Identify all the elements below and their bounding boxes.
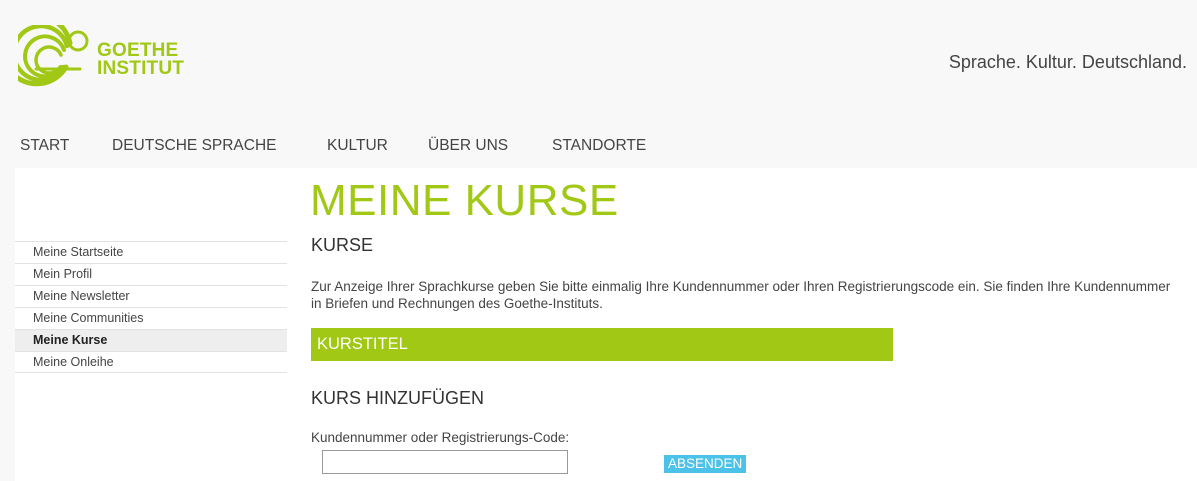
sidebar-item-meine-startseite[interactable]: Meine Startseite [15,241,287,263]
nav-start[interactable]: START [20,137,69,155]
course-table-header: KURSTITEL [311,328,893,361]
customer-code-label: Kundennummer oder Registrierungs-Code: [311,430,570,445]
page-title: MEINE KURSE [310,176,619,225]
customer-code-input[interactable] [322,450,568,474]
sidebar-item-meine-kurse[interactable]: Meine Kurse [15,329,287,351]
submit-button[interactable]: ABSENDEN [664,455,747,473]
logo-wordmark: GOETHE INSTITUT [97,41,185,79]
nav-kultur[interactable]: KULTUR [327,137,388,155]
section-heading-courses: KURSE [311,235,374,255]
nav-deutsche-sprache[interactable]: DEUTSCHE SPRACHE [112,137,277,155]
nav-ueber-uns[interactable]: ÜBER UNS [428,137,508,155]
site-header: GOETHE INSTITUT Sprache. Kultur. Deutsch… [0,0,1197,120]
site-tagline: Sprache. Kultur. Deutschland. [948,52,1187,72]
sidebar-menu: Meine Startseite Mein Profil Meine Newsl… [15,241,287,373]
sidebar-item-mein-profil[interactable]: Mein Profil [15,263,287,285]
intro-text: Zur Anzeige Ihrer Sprachkurse geben Sie … [311,279,1171,311]
goethe-logo[interactable]: GOETHE INSTITUT [18,25,184,95]
nav-standorte[interactable]: STANDORTE [552,137,646,155]
sidebar-item-meine-newsletter[interactable]: Meine Newsletter [15,285,287,307]
sidebar: Meine Startseite Mein Profil Meine Newsl… [15,168,287,481]
main-content: MEINE KURSE KURSE Zur Anzeige Ihrer Spra… [287,168,1197,481]
sidebar-item-meine-communities[interactable]: Meine Communities [15,307,287,329]
sidebar-item-meine-onleihe[interactable]: Meine Onleihe [15,351,287,373]
section-heading-add-course: KURS HINZUFÜGEN [311,388,485,408]
logo-line2: INSTITUT [97,58,185,79]
goethe-swirl-icon [18,25,89,87]
